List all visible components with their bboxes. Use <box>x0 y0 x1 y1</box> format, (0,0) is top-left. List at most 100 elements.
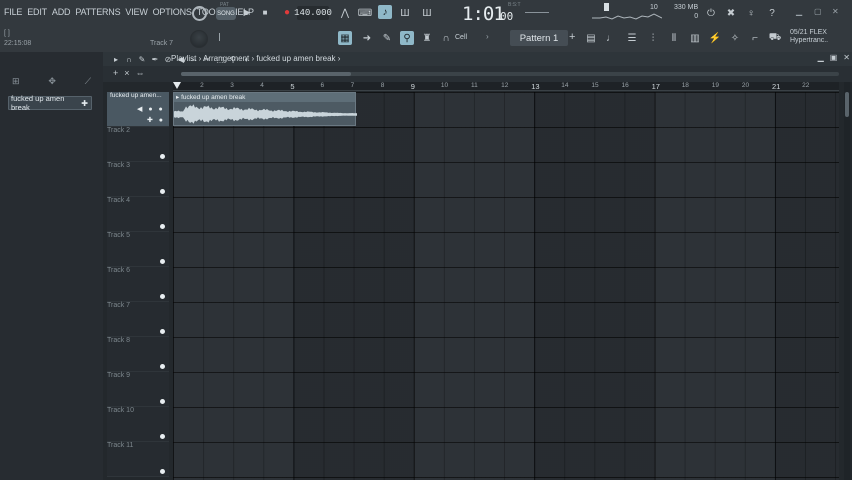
playlist-close-icon[interactable]: ✕ <box>843 53 850 62</box>
browser-icon[interactable]: ⫴ <box>667 31 681 45</box>
track-header[interactable]: Track 2 <box>107 127 169 162</box>
pattern-selector[interactable]: Pattern 1 <box>510 30 568 46</box>
playlist-maximize-icon[interactable]: ▣ <box>830 53 838 62</box>
playlist-view-icon[interactable]: ▦ <box>338 31 352 45</box>
tempo-display[interactable]: 140.000 <box>294 6 332 20</box>
breadcrumb[interactable]: Playlist › Arrangement › fucked up amen … <box>171 54 340 63</box>
playlist-subbar: + × ⇔ <box>103 66 852 82</box>
touch-keyboard-icon[interactable]: ⌐ <box>748 31 762 45</box>
expand-icon[interactable]: ⇔ <box>136 68 145 78</box>
playhead-marker[interactable] <box>173 82 181 89</box>
ruler-bar-label: 3 <box>230 82 234 89</box>
play-button[interactable]: ▶ <box>242 6 252 18</box>
audio-clip[interactable]: ▸ fucked up amen break <box>173 92 357 126</box>
magnet-icon[interactable]: ∩ <box>439 31 453 45</box>
ruler-bar-label: 14 <box>561 82 569 89</box>
tempo-tapper-icon[interactable]: ✧ <box>728 31 742 45</box>
magnet-snap-icon[interactable]: ∩ <box>124 53 134 65</box>
track-mute-dot[interactable] <box>160 399 165 404</box>
browser-collapse-icon[interactable]: ✥ <box>48 76 56 90</box>
snap-arrow-icon[interactable]: › <box>486 32 489 41</box>
track-mute-dot[interactable] <box>160 364 165 369</box>
horizontal-scroll-thumb[interactable] <box>181 72 351 76</box>
help-icon[interactable]: ? <box>765 6 779 20</box>
cart-icon[interactable]: ⛟ <box>768 31 782 45</box>
countdown-icon[interactable]: ♪ <box>378 5 392 19</box>
browser-all-icon[interactable]: ⊞ <box>12 76 20 90</box>
record-button[interactable]: ● <box>282 6 292 18</box>
mixer-icon[interactable]: ⫶ <box>646 31 660 45</box>
vertical-scroll-thumb[interactable] <box>845 92 849 117</box>
browser-clip-add-icon[interactable]: ✚ <box>81 99 88 108</box>
track-mute-dot[interactable] <box>160 434 165 439</box>
channel-rack-icon[interactable]: ☰ <box>625 31 639 45</box>
piano-roll-icon[interactable]: ♩ <box>604 31 618 45</box>
arrow-right-icon[interactable]: ➜ <box>360 31 374 45</box>
playlist-icon[interactable]: ▤ <box>584 31 598 45</box>
vertical-scrollbar[interactable] <box>844 82 850 480</box>
track-header[interactable]: Track 10 <box>107 407 169 442</box>
menu-add[interactable]: ADD <box>52 7 71 17</box>
track-header[interactable]: Track 3 <box>107 162 169 197</box>
menu-view[interactable]: VIEW <box>125 7 147 17</box>
horizontal-scrollbar[interactable] <box>181 72 839 76</box>
wait-input-icon[interactable]: ⌨ <box>358 6 372 20</box>
browser-clip-item[interactable]: fucked up amen break ✚ <box>8 94 92 112</box>
remove-track-icon[interactable]: × <box>124 68 129 78</box>
track-header[interactable]: Track 9 <box>107 372 169 407</box>
power-icon[interactable]: ⏻ <box>704 6 718 20</box>
stamp-icon[interactable]: ♜ <box>420 31 434 45</box>
clip-menu-icon[interactable]: ▸ <box>176 94 179 101</box>
plugin-icon[interactable]: ✖ <box>724 6 738 20</box>
step-edit-icon[interactable]: Ш <box>398 6 412 20</box>
close-icon[interactable]: ✕ <box>832 7 839 16</box>
project-icon[interactable]: ▥ <box>688 31 702 45</box>
track-header[interactable]: Track 5 <box>107 232 169 267</box>
news-panel[interactable]: 05/21 FLEX Hypertranc.. <box>790 29 828 45</box>
pencil-icon[interactable]: ✎ <box>380 31 394 45</box>
playlist-grid[interactable]: ▸ fucked up amen break <box>173 92 839 480</box>
add-pattern-button[interactable]: + <box>569 31 575 43</box>
microphone-icon[interactable]: ♀ <box>744 6 758 20</box>
ruler-bar-label: 7 <box>350 82 355 89</box>
menu-edit[interactable]: EDIT <box>27 7 47 17</box>
track-name: Track 7 <box>107 302 131 309</box>
main-volume-knob[interactable] <box>190 30 208 48</box>
playlist-minimize-icon[interactable]: ▁ <box>818 53 824 62</box>
snap-selector[interactable]: Cell <box>455 34 467 41</box>
menu-patterns[interactable]: PATTERNS <box>75 7 120 17</box>
browser-link-icon[interactable]: ⟋ <box>85 76 91 90</box>
track-mute-dot[interactable] <box>160 469 165 474</box>
menu-file[interactable]: FILE <box>4 7 22 17</box>
track-mute-dot[interactable] <box>160 329 165 334</box>
track-header[interactable]: Track 7 <box>107 302 169 337</box>
track-controls-icon[interactable]: ◀ ● ● <box>137 105 165 113</box>
track-mute-dot[interactable] <box>160 189 165 194</box>
add-track-icon[interactable]: + <box>113 68 118 78</box>
menu-options[interactable]: OPTIONS <box>153 7 192 17</box>
timeline-ruler[interactable]: 2 3 4 5 6 7 8 9 10 11 12 13 14 15 16 17 18 19 20 21 22 <box>173 82 839 91</box>
plugin-picker-icon[interactable]: ⚡ <box>708 31 722 45</box>
menu-arrow-icon[interactable]: ▸ <box>111 53 121 65</box>
track-pan-icon[interactable]: ✚ ● <box>147 116 165 124</box>
track-mute-dot[interactable] <box>160 154 165 159</box>
track-header[interactable]: Track 4 <box>107 197 169 232</box>
link-icon[interactable]: ⚲ <box>400 31 414 45</box>
track-header[interactable]: Track 8 <box>107 337 169 372</box>
track-header[interactable]: fucked up amen... ◀ ● ● ✚ ● <box>107 92 169 127</box>
maximize-icon[interactable]: ▢ <box>814 7 822 16</box>
stop-button[interactable]: ■ <box>260 6 270 18</box>
paint-tool-icon[interactable]: ✒ <box>150 53 160 65</box>
blend-notes-icon[interactable]: Ш <box>420 6 434 20</box>
track-header[interactable]: Track 11 <box>107 442 169 477</box>
main-pitch-slider[interactable] <box>219 33 220 41</box>
track-mute-dot[interactable] <box>160 294 165 299</box>
track-header[interactable]: Track 6 <box>107 267 169 302</box>
minimize-icon[interactable]: ▁ <box>796 7 802 16</box>
hint-track-label: Track 7 <box>150 40 174 47</box>
track-mute-dot[interactable] <box>160 259 165 264</box>
track-mute-dot[interactable] <box>160 224 165 229</box>
draw-tool-icon[interactable]: ✎ <box>137 53 147 65</box>
song-mode-button[interactable]: SONG <box>216 7 236 20</box>
metronome-icon[interactable]: ⋀ <box>338 6 352 20</box>
